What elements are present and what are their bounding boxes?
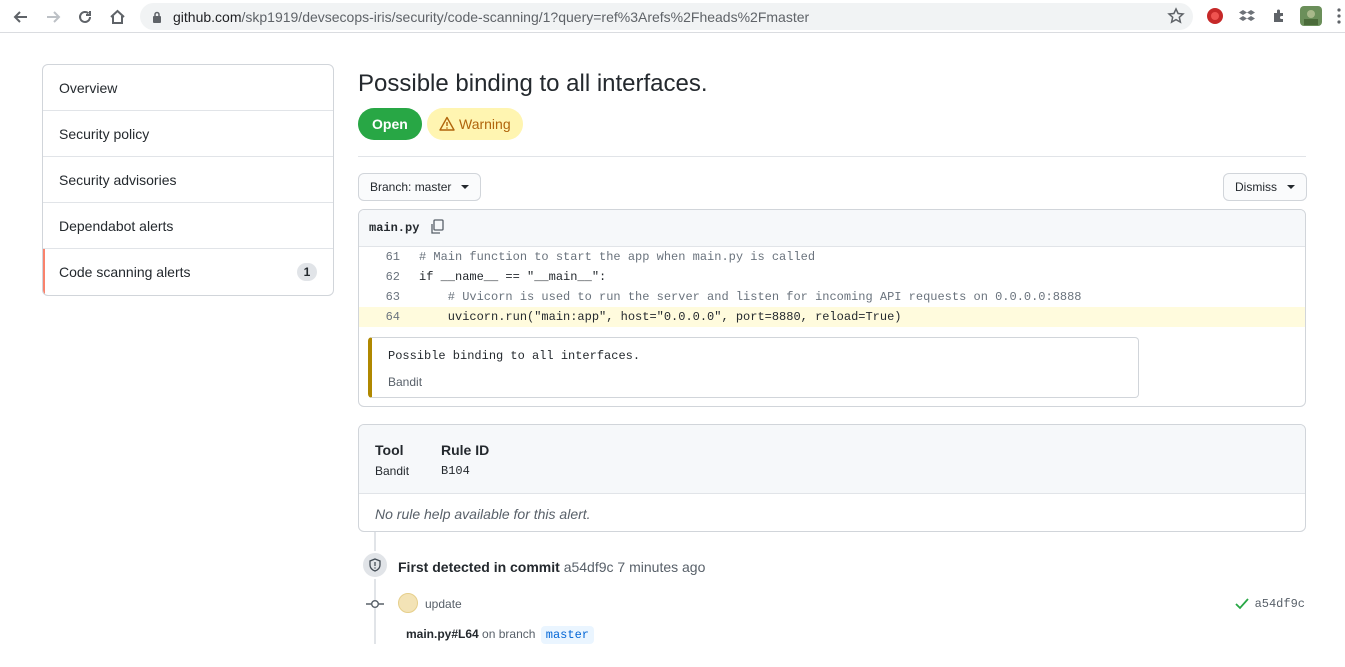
location-mid: on branch — [482, 627, 536, 641]
timeline-badge — [361, 551, 389, 579]
chevron-down-icon — [461, 185, 470, 189]
code-line-63: 63 # Uvicorn is used to run the server a… — [359, 287, 1305, 307]
commit-status: a54df9c — [1234, 597, 1305, 611]
severity-label: Warning — [459, 116, 511, 132]
dismiss-button[interactable]: Dismiss — [1223, 173, 1307, 201]
dismiss-label: Dismiss — [1235, 180, 1277, 194]
sidebar-item-overview[interactable]: Overview — [43, 65, 333, 111]
line-number: 64 — [385, 310, 400, 324]
code-line-61: 61 # Main function to start the app when… — [359, 247, 1305, 267]
detected-commit-link[interactable]: a54df9c — [564, 559, 614, 575]
code-line-62: 62 if __name__ == "__main__": — [359, 267, 1305, 287]
sidebar-item-label: Security advisories — [59, 171, 177, 188]
line-source: if __name__ == "__main__": — [419, 270, 607, 284]
commit-message-link[interactable]: update — [425, 597, 462, 611]
extension-red-icon[interactable] — [1206, 7, 1224, 25]
code-header: main.py — [359, 210, 1305, 247]
git-commit-icon — [366, 597, 384, 611]
reload-icon[interactable] — [72, 4, 98, 30]
timeline-line — [374, 532, 376, 644]
alert-location: main.py#L64 on branch master — [406, 626, 594, 644]
sidebar-item-code-scanning-alerts[interactable]: Code scanning alerts 1 — [43, 249, 333, 295]
severity-badge-warning: Warning — [427, 108, 523, 140]
extensions-puzzle-icon[interactable] — [1270, 7, 1288, 25]
check-icon — [1234, 598, 1249, 610]
alert-message-text: Possible binding to all interfaces. — [388, 349, 641, 363]
status-badge-open: Open — [358, 108, 422, 140]
shield-icon — [369, 558, 381, 572]
sidebar-item-label: Code scanning alerts — [59, 264, 191, 280]
branch-select-button[interactable]: Branch: master — [358, 173, 482, 201]
detected-time: 7 minutes ago — [617, 559, 706, 575]
sidebar-item-label: Overview — [59, 79, 118, 96]
line-source: # Uvicorn is used to run the server and … — [419, 290, 1082, 304]
rule-id-column: Rule ID B104 — [441, 442, 489, 478]
line-number: 61 — [385, 250, 400, 264]
branch-tag[interactable]: master — [540, 626, 594, 644]
home-icon[interactable] — [104, 4, 130, 30]
avatar[interactable] — [398, 593, 418, 613]
page-title: Possible binding to all interfaces. — [358, 70, 708, 97]
sidebar-item-security-advisories[interactable]: Security advisories — [43, 157, 333, 203]
address-bar[interactable]: github.com/skp1919/devsecops-iris/securi… — [140, 3, 1193, 30]
alert-count-badge: 1 — [297, 263, 317, 281]
branch-select-label: Branch: master — [370, 180, 452, 194]
bookmark-star-icon[interactable] — [1167, 7, 1185, 28]
browser-toolbar: github.com/skp1919/devsecops-iris/securi… — [0, 0, 1345, 33]
profile-avatar[interactable] — [1300, 6, 1322, 26]
location-file-link[interactable]: main.py#L64 — [406, 627, 479, 641]
rule-id-header: Rule ID — [441, 442, 490, 458]
chevron-down-icon — [1287, 185, 1295, 189]
url-text: github.com/skp1919/devsecops-iris/securi… — [173, 9, 810, 25]
line-number: 63 — [385, 290, 400, 304]
line-source: # Main function to start the app when ma… — [419, 250, 816, 264]
detected-prefix: First detected in commit — [398, 559, 560, 575]
tool-column: Tool Bandit — [375, 442, 409, 478]
sidebar-item-label: Security policy — [59, 125, 150, 142]
security-sidebar: Overview Security policy Security adviso… — [42, 64, 334, 296]
alert-triangle-icon — [439, 116, 455, 131]
rule-help-text: No rule help available for this alert. — [375, 506, 591, 522]
line-source: uvicorn.run("main:app", host="0.0.0.0", … — [419, 310, 902, 324]
tool-value: Bandit — [375, 464, 410, 478]
lock-icon — [152, 10, 162, 26]
alert-message-box: Possible binding to all interfaces. Band… — [368, 337, 1139, 398]
rule-info-header: Tool Bandit Rule ID B104 — [359, 425, 1305, 494]
commit-sha-link[interactable]: a54df9c — [1255, 597, 1305, 611]
status-label: Open — [372, 116, 408, 132]
file-name-link[interactable]: main.py — [369, 221, 419, 235]
code-lines: 61 # Main function to start the app when… — [359, 247, 1305, 327]
dropbox-icon[interactable] — [1238, 7, 1256, 25]
alert-message-tool: Bandit — [388, 375, 423, 389]
code-line-64-highlighted: 64 uvicorn.run("main:app", host="0.0.0.0… — [359, 307, 1305, 327]
tool-header: Tool — [375, 442, 404, 458]
menu-kebab-icon[interactable] — [1334, 7, 1344, 25]
code-snippet-box: main.py 61 # Main function to start the … — [358, 209, 1306, 407]
forward-icon[interactable] — [40, 4, 66, 30]
line-number: 62 — [385, 270, 400, 284]
first-detected-text: First detected in commit a54df9c 7 minut… — [398, 559, 705, 575]
copy-icon[interactable] — [429, 218, 445, 238]
sidebar-item-security-policy[interactable]: Security policy — [43, 111, 333, 157]
sidebar-item-dependabot-alerts[interactable]: Dependabot alerts — [43, 203, 333, 249]
rule-info-box: Tool Bandit Rule ID B104 No rule help av… — [358, 424, 1306, 532]
sidebar-item-label: Dependabot alerts — [59, 217, 174, 234]
header-divider — [358, 156, 1306, 157]
back-icon[interactable] — [8, 4, 34, 30]
rule-id-value: B104 — [441, 464, 470, 478]
